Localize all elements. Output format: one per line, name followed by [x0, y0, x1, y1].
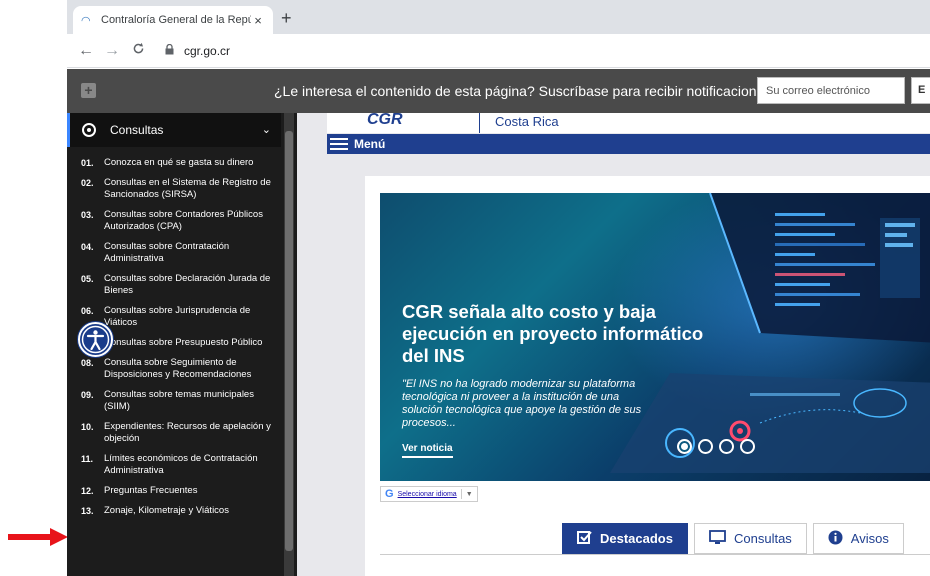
expand-plus-icon[interactable]: + [81, 83, 96, 98]
sidebar-item-number: 09. [81, 390, 94, 400]
tab-strip: ◠ Contraloría General de la Repúbli × + [67, 0, 930, 34]
sidebar-item-label: Zonaje, Kilometraje y Viáticos [104, 505, 229, 516]
hero-carousel[interactable]: CGR señala alto costo y baja ejecución e… [380, 193, 930, 481]
outer-margin [0, 0, 67, 576]
browser-tab[interactable]: ◠ Contraloría General de la Repúbli × [73, 6, 273, 34]
sidebar-item[interactable]: 03. Consultas sobre Contadores Públicos A… [67, 209, 281, 233]
sidebar-item[interactable]: 13. Zonaje, Kilometraje y Viáticos [67, 505, 281, 517]
sidebar-item-label: Consultas sobre Jurisprudencia de Viátic… [104, 305, 251, 328]
tab-consultas[interactable]: Consultas [693, 523, 807, 554]
sidebar-item-number: 12. [81, 486, 94, 496]
sidebar-item-label: Consultas sobre Presupuesto Público [104, 337, 263, 348]
tab-close-icon[interactable]: × [251, 13, 265, 28]
select-language-link[interactable]: Seleccionar idioma [398, 491, 457, 498]
notification-bar: + ¿Le interesa el contenido de esta pági… [67, 69, 930, 113]
annotation-red-arrow [8, 528, 68, 546]
tab-title: Contraloría General de la Repúbli [101, 14, 251, 26]
sidebar-item-number: 02. [81, 178, 94, 188]
sidebar-item-number: 05. [81, 274, 94, 284]
url-text: cgr.go.cr [184, 43, 231, 58]
sidebar-item-number: 13. [81, 506, 94, 516]
tab-label: Destacados [600, 531, 673, 546]
sidebar-item-number: 04. [81, 242, 94, 252]
page-main: CGR Costa Rica Menú CGR señala alto cost… [297, 113, 930, 576]
sidebar-item[interactable]: 11. Límites económicos de Contratación Ad… [67, 453, 281, 477]
google-translate-widget[interactable]: G Seleccionar idioma ▼ [380, 486, 478, 502]
tabs-underline [380, 554, 930, 555]
subscribe-button[interactable]: E [911, 77, 930, 104]
sidebar-item[interactable]: 04. Consultas sobre Contratación Administ… [67, 241, 281, 265]
browser-window: ◠ Contraloría General de la Repúbli × + … [67, 0, 930, 576]
browser-toolbar: ← → cgr.go.cr [67, 34, 930, 68]
menu-label: Menú [354, 137, 386, 151]
sidebar-item[interactable]: 10. Expendientes: Recursos de apelación y… [67, 421, 281, 445]
tab-avisos[interactable]: Avisos [812, 523, 904, 554]
ver-noticia-link[interactable]: Ver noticia [402, 443, 453, 458]
dropdown-arrow-icon: ▼ [465, 490, 473, 498]
lock-icon [165, 43, 174, 58]
carousel-dot[interactable] [698, 439, 713, 454]
tab-label: Avisos [850, 531, 889, 546]
sidebar-item-label: Expendientes: Recursos de apelación y ob… [104, 421, 271, 444]
tab-destacados[interactable]: Destacados [562, 523, 688, 554]
monitor-icon [709, 529, 726, 548]
sidebar-item-label: Consultas sobre Contadores Públicos Auto… [104, 209, 263, 232]
back-button[interactable]: ← [73, 42, 99, 60]
chevron-down-icon: ⌄ [261, 124, 271, 136]
forward-button[interactable]: → [99, 42, 125, 60]
notification-message: ¿Le interesa el contenido de esta página… [274, 83, 776, 99]
carousel-dot[interactable] [740, 439, 755, 454]
google-g-icon: G [385, 488, 394, 500]
new-tab-button[interactable]: + [281, 8, 292, 29]
logo-divider [479, 113, 480, 133]
info-icon [828, 530, 843, 548]
sidebar-item-label: Consultas en el Sistema de Registro de S… [104, 177, 271, 200]
accessibility-icon[interactable] [78, 322, 113, 357]
sidebar-header-consultas[interactable]: Consultas ⌄ [67, 113, 281, 147]
site-header: CGR Costa Rica [327, 113, 930, 133]
hamburger-icon [330, 138, 348, 150]
hero-subtitle: "El INS no ha logrado modernizar su plat… [402, 378, 642, 429]
sidebar-item[interactable]: 09. Consultas sobre temas municipales (SI… [67, 389, 281, 413]
country-label: Costa Rica [495, 114, 559, 129]
sidebar-item-label: Consultas sobre Contratación Administrat… [104, 241, 230, 264]
email-input[interactable] [757, 77, 905, 104]
sidebar-item[interactable]: 05. Consultas sobre Declaración Jurada de… [67, 273, 281, 297]
carousel-dot[interactable] [719, 439, 734, 454]
sidebar-item[interactable]: 02. Consultas en el Sistema de Registro d… [67, 177, 281, 201]
content-card: CGR señala alto costo y baja ejecución e… [365, 176, 930, 576]
address-bar[interactable]: cgr.go.cr [165, 38, 230, 64]
site-favicon-icon: ◠ [81, 14, 91, 27]
sidebar-item-label: Conozca en qué se gasta su dinero [104, 157, 254, 168]
sidebar-item-label: Consulta sobre Seguimiento de Disposicio… [104, 357, 252, 380]
sidebar-scroll-thumb[interactable] [285, 131, 293, 551]
sidebar-item[interactable]: 08. Consulta sobre Seguimiento de Disposi… [67, 357, 281, 381]
cgr-logo[interactable]: CGR [367, 113, 403, 129]
sidebar-header-label: Consultas [110, 123, 164, 137]
sidebar-item[interactable]: 12. Preguntas Frecuentes [67, 485, 281, 497]
sidebar-item-number: 10. [81, 422, 94, 432]
sidebar-item[interactable]: 01. Conozca en qué se gasta su dinero [67, 157, 281, 169]
sidebar-item-label: Consultas sobre temas municipales (SIIM) [104, 389, 254, 412]
carousel-dot[interactable] [677, 439, 692, 454]
reload-button[interactable] [125, 42, 151, 60]
sidebar-item-number: 08. [81, 358, 94, 368]
radio-circle-icon [82, 123, 96, 137]
tab-label: Consultas [733, 531, 792, 546]
reload-icon [133, 42, 143, 53]
translate-divider [460, 489, 462, 499]
sidebar-item-number: 03. [81, 210, 94, 220]
sidebar-item-label: Preguntas Frecuentes [104, 485, 198, 496]
content-tabs: Destacados Consultas Avisos [562, 523, 904, 554]
sidebar-item-label: Consultas sobre Declaración Jurada de Bi… [104, 273, 271, 296]
sidebar-item-label: Límites económicos de Contratación Admin… [104, 453, 258, 476]
sidebar-item-number: 01. [81, 158, 94, 168]
carousel-dots [677, 439, 755, 454]
menu-bar[interactable]: Menú [327, 134, 930, 154]
sidebar-item-number: 11. [81, 454, 94, 464]
hero-title: CGR señala alto costo y baja ejecución e… [402, 301, 704, 366]
checkbox-icon [577, 530, 592, 548]
